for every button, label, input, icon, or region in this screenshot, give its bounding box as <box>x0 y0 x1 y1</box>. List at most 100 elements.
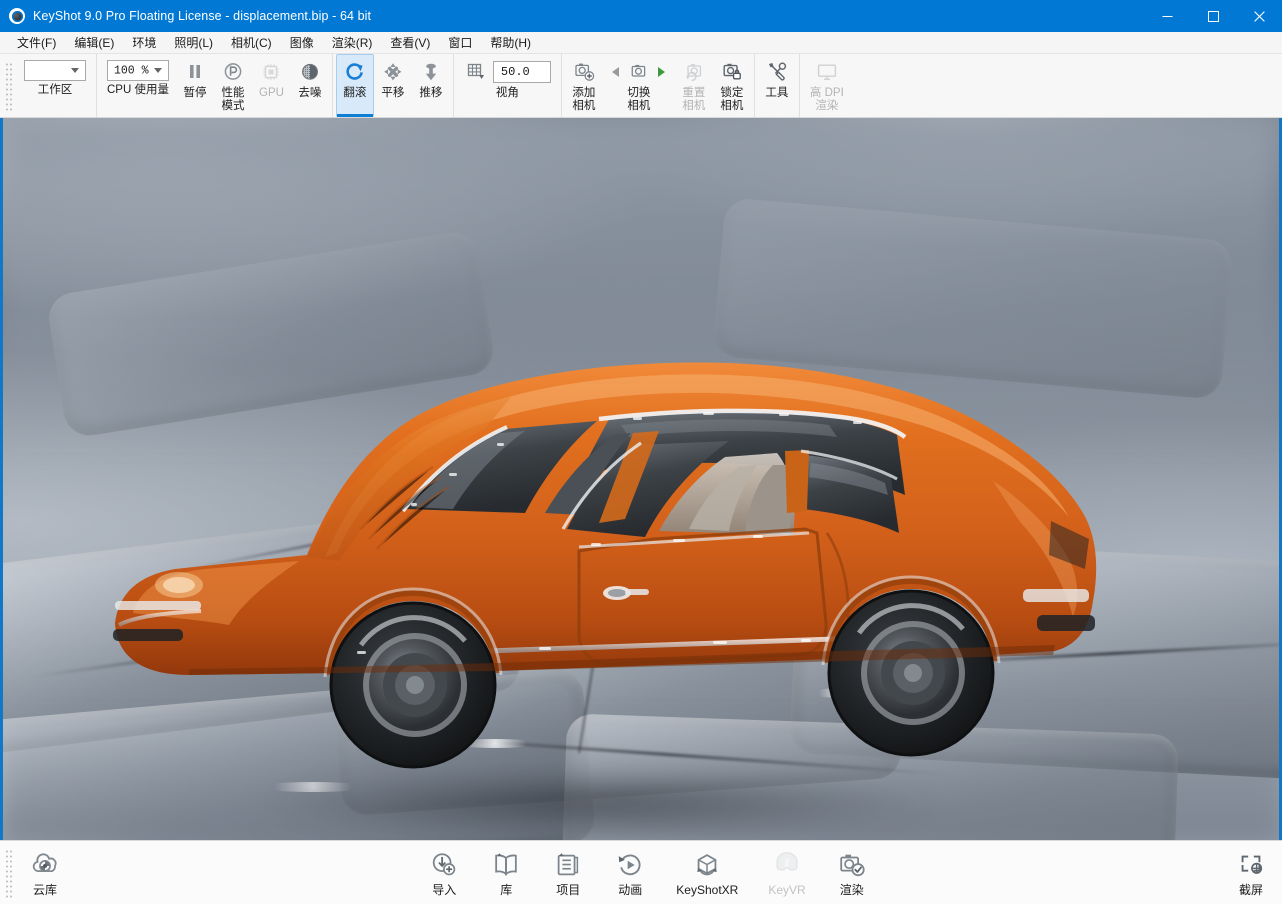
camera-next-button[interactable] <box>656 65 668 79</box>
project-button[interactable]: 项目 <box>537 841 599 904</box>
keyvr-icon <box>771 849 803 881</box>
chevron-right-icon <box>658 67 666 77</box>
menu-camera[interactable]: 相机(C) <box>222 33 281 53</box>
monitor-icon <box>815 60 839 84</box>
denoise-label: 去噪 <box>298 87 322 99</box>
keyvr-label: KeyVR <box>768 882 806 897</box>
menu-environment[interactable]: 环境 <box>123 33 165 53</box>
menu-window[interactable]: 窗口 <box>439 33 481 53</box>
cloud-library-label: 云库 <box>32 882 57 897</box>
chevron-down-icon <box>154 68 162 73</box>
keyshot-window: KeyShot 9.0 Pro Floating License - displ… <box>0 0 1282 904</box>
switch-camera-label: 切换 相机 <box>627 87 651 112</box>
cpu-usage-value: 100 % <box>114 64 149 77</box>
cpu-usage-control[interactable]: 100 % CPU 使用量 <box>100 54 176 117</box>
chevron-down-icon <box>71 68 79 73</box>
switch-camera-row <box>610 60 668 84</box>
tools-icon <box>765 60 789 84</box>
library-label: 库 <box>500 882 513 897</box>
workspace-combo[interactable] <box>24 60 86 81</box>
perspective-grid-icon[interactable] <box>464 60 488 84</box>
title-bar: KeyShot 9.0 Pro Floating License - displ… <box>0 0 1282 32</box>
import-button[interactable]: 导入 <box>413 841 475 904</box>
toolbar-group-performance: 100 % CPU 使用量 暂停 性能 模式 GPU 去噪 <box>97 54 333 117</box>
workspace-selector[interactable]: 工作区 <box>17 54 93 117</box>
lock-camera-button[interactable]: 锁定 相机 <box>713 54 751 117</box>
menu-view[interactable]: 查看(V) <box>381 33 439 53</box>
toolbar-drag-handle[interactable] <box>4 60 12 111</box>
reset-camera-button: 重置 相机 <box>675 54 713 117</box>
pan-tool-button[interactable]: 平移 <box>374 54 412 117</box>
render-viewport[interactable] <box>0 118 1282 840</box>
render-label: 渲染 <box>839 882 864 897</box>
camera-prev-button[interactable] <box>610 65 622 79</box>
pause-icon <box>183 60 207 84</box>
add-camera-button[interactable]: 添加 相机 <box>565 54 603 117</box>
menu-image[interactable]: 图像 <box>281 33 323 53</box>
bottom-right-spacer <box>883 841 1220 904</box>
add-camera-label: 添加 相机 <box>572 87 596 112</box>
animation-button[interactable]: 动画 <box>599 841 661 904</box>
screenshot-button[interactable]: 截屏 <box>1220 841 1282 904</box>
toolbar-group-navigation: 翻滚 平移 推移 <box>333 54 454 117</box>
orbit-label: 翻滚 <box>343 87 367 99</box>
dolly-tool-button[interactable]: 推移 <box>412 54 450 117</box>
cloud-library-button[interactable]: 云库 <box>14 841 76 904</box>
performance-mode-button[interactable]: 性能 模式 <box>214 54 252 117</box>
fov-input[interactable]: 50.0 <box>492 61 551 83</box>
menu-render[interactable]: 渲染(R) <box>323 33 382 53</box>
import-icon <box>428 849 460 881</box>
close-button[interactable] <box>1236 0 1282 32</box>
tools-button[interactable]: 工具 <box>758 54 796 117</box>
pause-label: 暂停 <box>183 87 207 99</box>
camera-reset-icon <box>682 60 706 84</box>
bottom-toolbar-drag-handle[interactable] <box>4 847 12 898</box>
car-model[interactable] <box>93 333 1113 833</box>
high-dpi-render-button: 高 DPI 渲染 <box>803 54 851 117</box>
fov-control[interactable]: 50.0 视角 <box>457 54 558 117</box>
gpu-label: GPU <box>259 87 284 99</box>
menu-edit[interactable]: 编辑(E) <box>65 33 123 53</box>
pan-icon <box>381 60 405 84</box>
toolbar-group-tools: 工具 <box>755 54 800 117</box>
keyvr-button: KeyVR <box>753 841 820 904</box>
fov-label: 视角 <box>495 87 519 99</box>
camera-switch-icon[interactable] <box>627 60 651 84</box>
tools-label: 工具 <box>765 87 789 99</box>
keyshotxr-icon <box>691 849 723 881</box>
animation-icon <box>614 849 646 881</box>
toolbar-group-workspace: 工作区 <box>14 54 97 117</box>
pause-button[interactable]: 暂停 <box>176 54 214 117</box>
toolbar-group-hidpi: 高 DPI 渲染 <box>800 54 854 117</box>
keyshotxr-label: KeyShotXR <box>676 882 739 897</box>
orbit-tool-button[interactable]: 翻滚 <box>335 54 374 117</box>
screenshot-icon <box>1235 849 1267 881</box>
menu-bar: 文件(F) 编辑(E) 环境 照明(L) 相机(C) 图像 渲染(R) 查看(V… <box>0 32 1282 54</box>
cloud-library-icon <box>29 849 61 881</box>
switch-camera-button[interactable]: 切换 相机 <box>603 54 675 117</box>
dolly-label: 推移 <box>419 87 443 99</box>
window-controls <box>1144 0 1282 32</box>
cpu-usage-combo[interactable]: 100 % <box>107 60 169 81</box>
camera-lock-icon <box>720 60 744 84</box>
minimize-button[interactable] <box>1144 0 1190 32</box>
menu-file[interactable]: 文件(F) <box>8 33 65 53</box>
reset-camera-label: 重置 相机 <box>682 87 706 112</box>
menu-lighting[interactable]: 照明(L) <box>165 33 222 53</box>
menu-help[interactable]: 帮助(H) <box>481 33 540 53</box>
toolbar-group-fov: 50.0 视角 <box>454 54 562 117</box>
toolbar-group-cameras: 添加 相机 切换 相机 重置 相机 锁定 相机 <box>562 54 755 117</box>
library-book-icon <box>490 849 522 881</box>
denoise-button[interactable]: 去噪 <box>291 54 329 117</box>
performance-mode-label: 性能 模式 <box>221 87 245 112</box>
lock-camera-label: 锁定 相机 <box>720 87 744 112</box>
render-stage <box>3 118 1279 840</box>
project-label: 项目 <box>556 882 581 897</box>
library-button[interactable]: 库 <box>475 841 537 904</box>
chevron-left-icon <box>612 67 620 77</box>
render-button[interactable]: 渲染 <box>821 841 883 904</box>
screenshot-label: 截屏 <box>1238 882 1263 897</box>
cpu-usage-label: CPU 使用量 <box>107 84 169 96</box>
maximize-button[interactable] <box>1190 0 1236 32</box>
keyshotxr-button[interactable]: KeyShotXR <box>661 841 753 904</box>
